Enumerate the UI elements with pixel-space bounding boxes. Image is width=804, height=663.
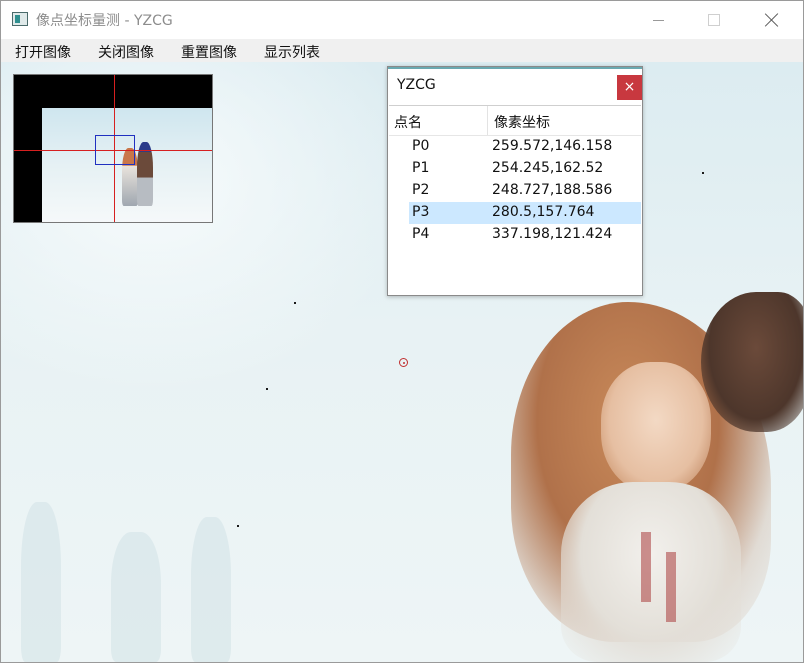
app-window-icon bbox=[12, 12, 28, 26]
point-name: P4 bbox=[412, 226, 430, 242]
maximize-icon bbox=[708, 14, 720, 26]
title-bar[interactable]: 像点坐标量测 - YZCG bbox=[1, 1, 803, 39]
list-item[interactable]: P4 337.198,121.424 bbox=[409, 224, 641, 246]
menu-reset-image[interactable]: 重置图像 bbox=[179, 41, 239, 63]
menu-open-image[interactable]: 打开图像 bbox=[13, 41, 73, 63]
list-item-selected[interactable]: P3 280.5,157.764 bbox=[409, 202, 641, 224]
point-list: 点名 像素坐标 P0 259.572,146.158 P1 254.245,16… bbox=[389, 105, 641, 296]
close-button[interactable] bbox=[749, 1, 795, 39]
close-icon bbox=[765, 13, 779, 27]
column-header-coord[interactable]: 像素坐标 bbox=[494, 112, 550, 132]
dialog-accent-line bbox=[388, 67, 642, 69]
point-marker-dot bbox=[702, 172, 704, 174]
point-marker-dot bbox=[237, 525, 239, 527]
list-item[interactable]: P0 259.572,146.158 bbox=[409, 136, 641, 158]
column-header-name[interactable]: 点名 bbox=[394, 112, 422, 132]
menu-close-image[interactable]: 关闭图像 bbox=[96, 41, 156, 63]
menu-show-list[interactable]: 显示列表 bbox=[262, 41, 322, 63]
dialog-title: YZCG bbox=[397, 77, 436, 93]
bg-tree bbox=[21, 502, 61, 662]
main-window: 像点坐标量测 - YZCG 打开图像 关闭图像 重置图像 显示列表 YZCG ×… bbox=[0, 0, 804, 663]
list-item[interactable]: P1 254.245,162.52 bbox=[409, 158, 641, 180]
point-name: P3 bbox=[412, 204, 430, 220]
overview-figure bbox=[137, 142, 153, 206]
bg-tree bbox=[191, 517, 231, 662]
dialog-close-button[interactable]: × bbox=[617, 75, 642, 100]
image-scarf-stripe bbox=[666, 552, 676, 622]
point-name: P1 bbox=[412, 160, 430, 176]
point-coord: 259.572,146.158 bbox=[492, 138, 613, 154]
point-name: P0 bbox=[412, 138, 430, 154]
point-marker-dot bbox=[294, 302, 296, 304]
point-list-dialog: YZCG × 点名 像素坐标 P0 259.572,146.158 P1 254… bbox=[387, 66, 643, 296]
image-figure-face bbox=[601, 362, 711, 492]
list-header: 点名 像素坐标 bbox=[389, 106, 641, 136]
image-scarf-stripe bbox=[641, 532, 651, 602]
image-figure-hat bbox=[701, 292, 803, 432]
point-coord: 337.198,121.424 bbox=[492, 226, 613, 242]
menu-bar: 打开图像 关闭图像 重置图像 显示列表 bbox=[1, 39, 803, 62]
minimize-icon bbox=[652, 19, 664, 21]
point-coord: 280.5,157.764 bbox=[492, 204, 595, 220]
point-name: P2 bbox=[412, 182, 430, 198]
current-point-marker bbox=[399, 358, 408, 367]
list-item[interactable]: P2 248.727,188.586 bbox=[409, 180, 641, 202]
window-title: 像点坐标量测 - YZCG bbox=[36, 13, 173, 29]
overview-thumbnail[interactable] bbox=[13, 74, 213, 223]
point-marker-dot bbox=[266, 388, 268, 390]
point-coord: 248.727,188.586 bbox=[492, 182, 613, 198]
image-figure-scarf bbox=[561, 482, 741, 662]
point-coord: 254.245,162.52 bbox=[492, 160, 604, 176]
overview-image bbox=[42, 108, 212, 222]
maximize-button[interactable] bbox=[691, 1, 737, 39]
column-separator[interactable] bbox=[487, 106, 488, 135]
minimize-button[interactable] bbox=[635, 1, 681, 39]
viewport-rectangle[interactable] bbox=[95, 135, 135, 165]
bg-tree bbox=[111, 532, 161, 662]
